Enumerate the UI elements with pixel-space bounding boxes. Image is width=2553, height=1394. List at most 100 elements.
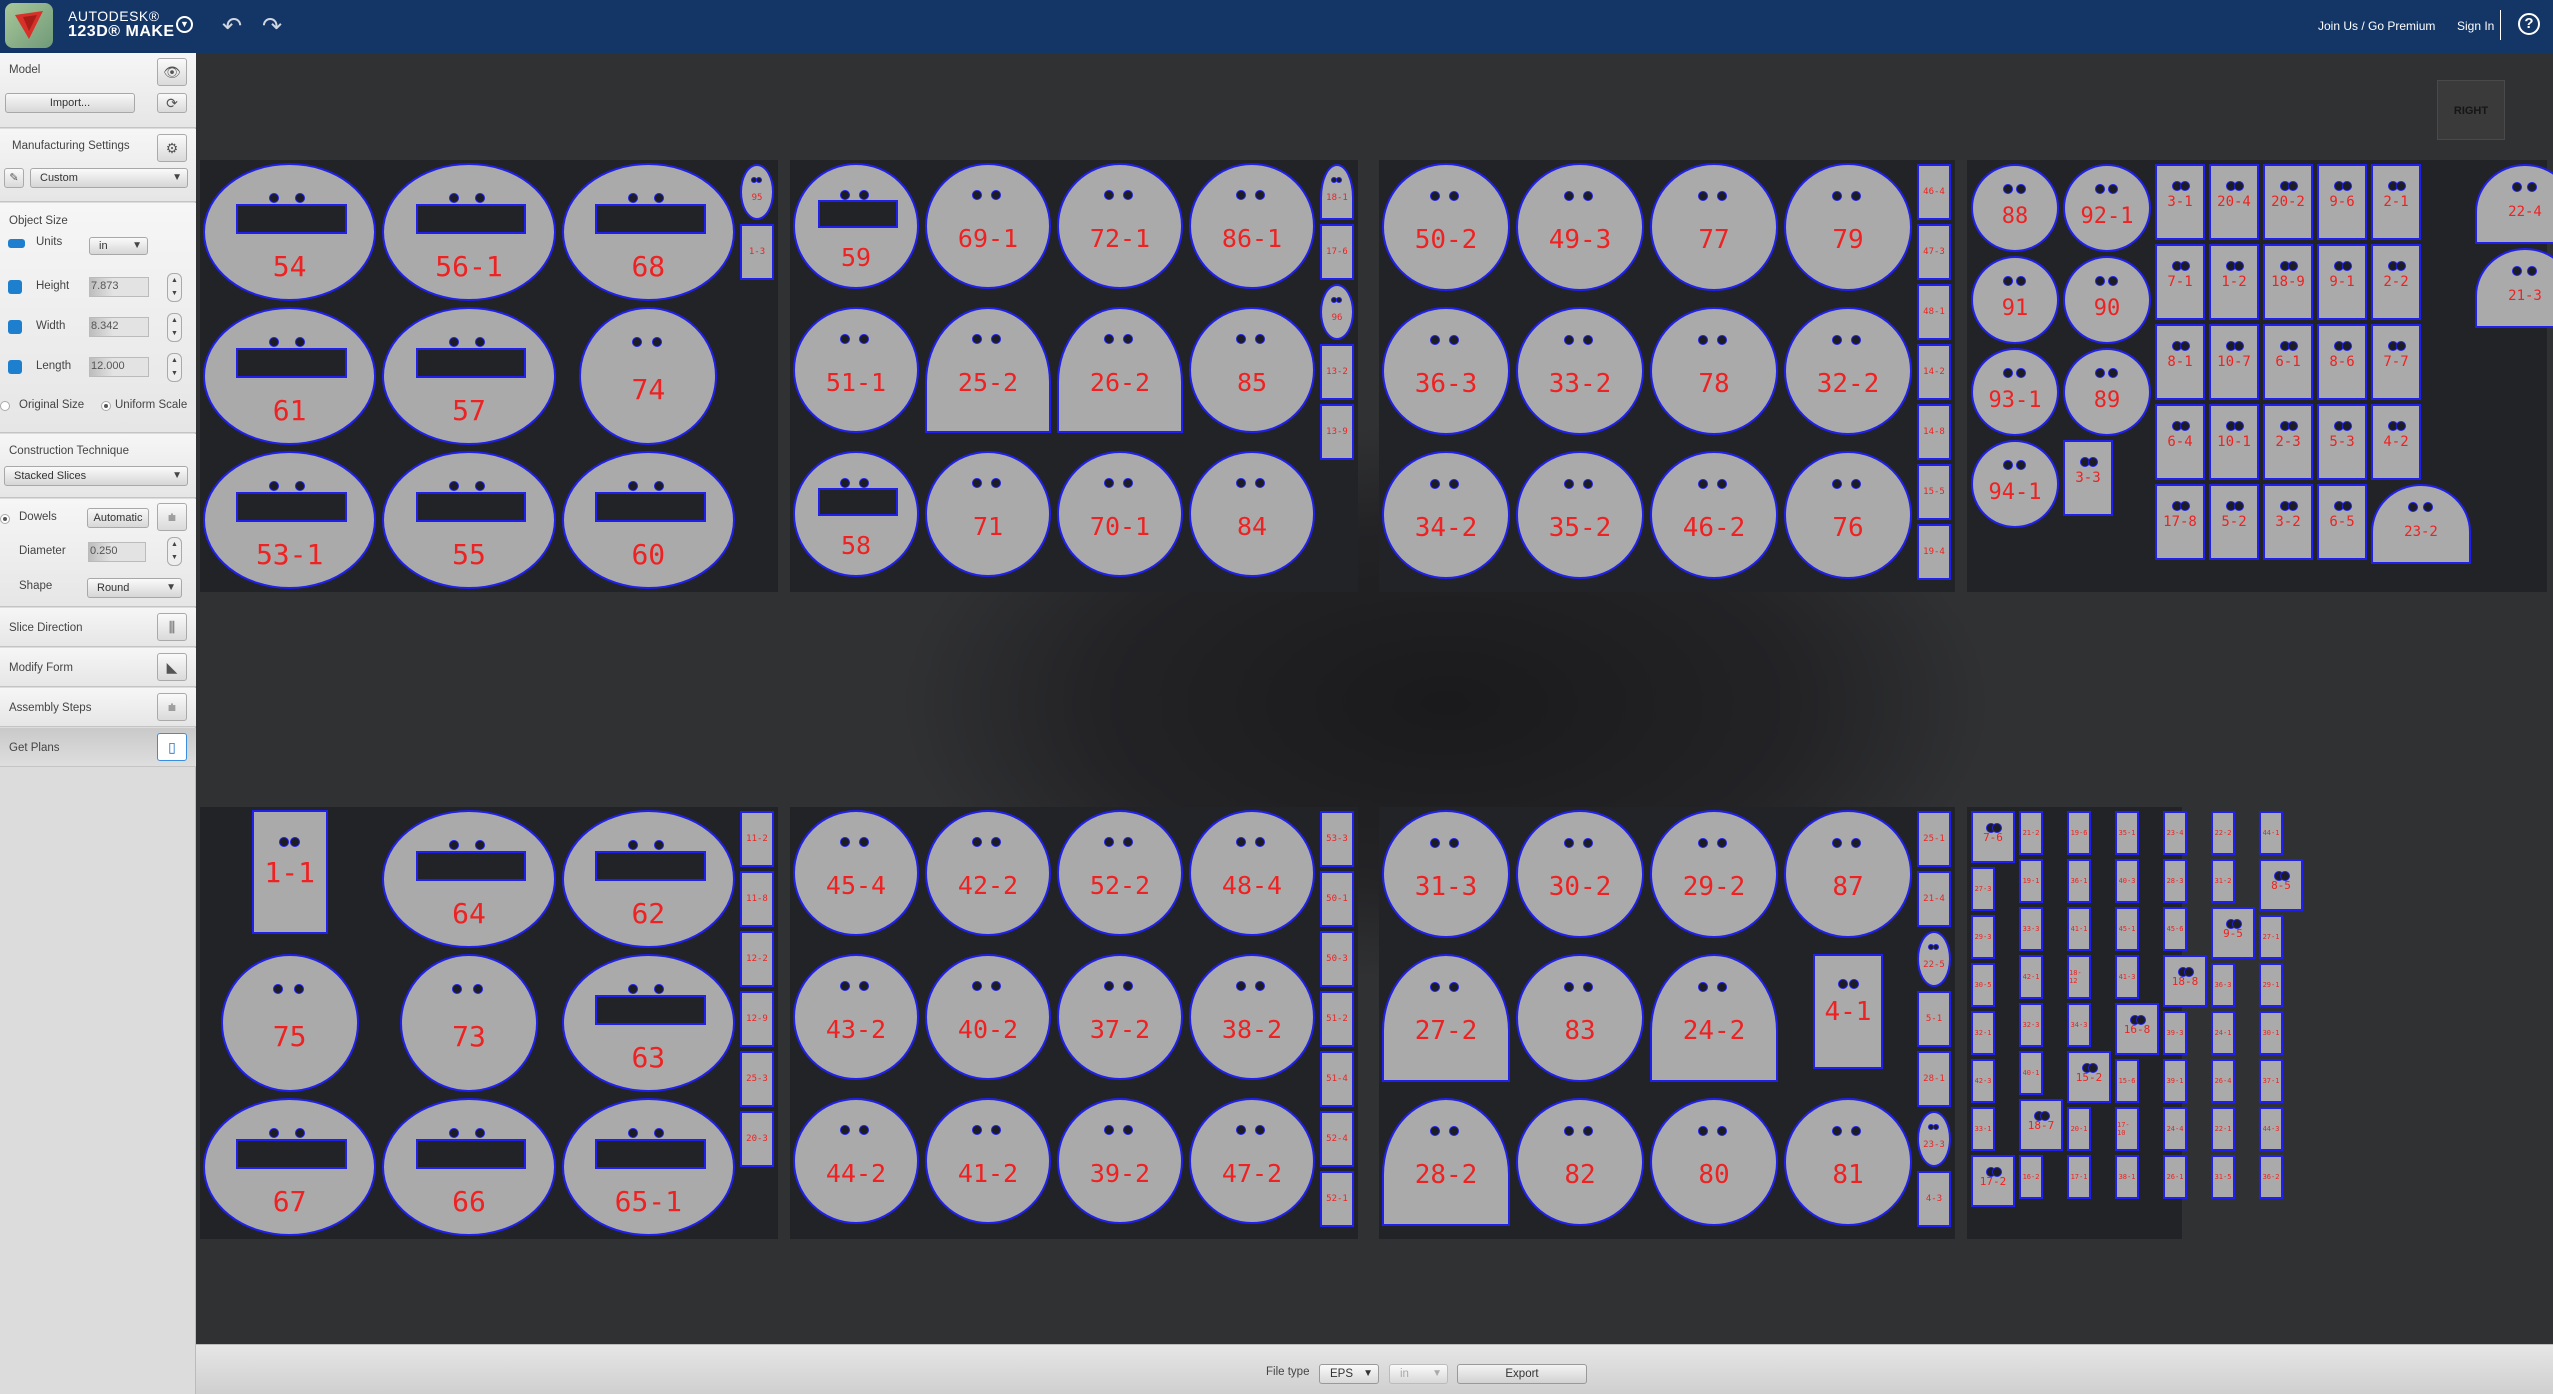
part-rect[interactable]: 14-8 (1917, 404, 1951, 460)
part-rect[interactable]: 36-3 (2211, 963, 2235, 1007)
part-rect[interactable]: 53-3 (1320, 811, 1354, 867)
part-rect[interactable]: 38-1 (2115, 1155, 2139, 1199)
get-plans-sheet-icon[interactable]: ▯ (157, 733, 187, 761)
part-arch[interactable]: 21-3 (2475, 248, 2553, 328)
part-rect[interactable]: 37-1 (2259, 1059, 2283, 1103)
part-rect[interactable]: 6-5 (2317, 484, 2367, 560)
part-arch[interactable]: 28-2 (1382, 1098, 1510, 1226)
export-button[interactable]: Export (1457, 1364, 1587, 1384)
part-disk[interactable]: 22-5 (1917, 931, 1951, 987)
view-cube[interactable]: RIGHT (2437, 80, 2505, 140)
part-rect[interactable]: 28-1 (1917, 1051, 1951, 1107)
part-rect[interactable]: 45-6 (2163, 907, 2187, 951)
part-disk[interactable]: 94-1 (1971, 440, 2059, 528)
part-disk[interactable]: 95 (740, 164, 774, 220)
part-rect[interactable]: 10-7 (2209, 324, 2259, 400)
part-disk[interactable]: 36-3 (1382, 307, 1510, 435)
app-menu-chevron-icon[interactable]: ▼ (176, 16, 193, 33)
modify-form-icon[interactable]: ◣ (157, 653, 187, 681)
part-rect[interactable]: 8-6 (2317, 324, 2367, 400)
part-disk[interactable]: 86-1 (1189, 163, 1315, 289)
part-rect[interactable]: 19-4 (1917, 524, 1951, 580)
part-rect[interactable]: 40-1 (2019, 1051, 2043, 1095)
part-disk[interactable]: 82 (1516, 1098, 1644, 1226)
part-disk[interactable]: 72-1 (1057, 163, 1183, 289)
part-rect[interactable]: 33-1 (1971, 1107, 1995, 1151)
part-rect[interactable]: 5-3 (2317, 404, 2367, 480)
part-rect[interactable]: 35-1 (2115, 811, 2139, 855)
part-disk[interactable]: 52-2 (1057, 810, 1183, 936)
part-rect[interactable]: 9-5 (2211, 907, 2255, 959)
part-arch[interactable]: 23-2 (2371, 484, 2471, 564)
redo-icon[interactable]: ↷ (262, 12, 282, 41)
part-disk[interactable]: 74 (579, 307, 718, 445)
slice-direction-row[interactable]: Slice Direction ⫼ (0, 608, 196, 647)
part-rect[interactable]: 10-1 (2209, 404, 2259, 480)
part-disk[interactable]: 47-2 (1189, 1098, 1315, 1224)
get-plans-row[interactable]: Get Plans ▯ (0, 728, 196, 767)
part-disk[interactable]: 34-2 (1382, 451, 1510, 579)
part-rect[interactable]: 16-8 (2115, 1003, 2159, 1055)
app-logo[interactable] (5, 3, 53, 48)
height-input[interactable]: 7.873 (89, 277, 149, 297)
part-rect[interactable]: 29-3 (1971, 915, 1995, 959)
part-disk[interactable]: 23-3 (1917, 1111, 1951, 1167)
units-dropdown[interactable]: in ▼ (89, 237, 148, 255)
part-rect[interactable]: 17-2 (1971, 1155, 2015, 1207)
part-rect[interactable]: 28-3 (2163, 859, 2187, 903)
part-rect[interactable]: 8-5 (2259, 859, 2303, 911)
part-rect[interactable]: 14-2 (1917, 344, 1951, 400)
part-rect[interactable]: 52-1 (1320, 1171, 1354, 1227)
length-input[interactable]: 12.000 (89, 357, 149, 377)
part-disk[interactable]: 81 (1784, 1098, 1912, 1226)
part-rect[interactable]: 11-2 (740, 811, 774, 867)
part-rect[interactable]: 4-1 (1812, 954, 1884, 1070)
original-size-radio[interactable] (0, 401, 10, 411)
part-rect[interactable]: 15-6 (2115, 1059, 2139, 1103)
part-rect[interactable]: 23-4 (2163, 811, 2187, 855)
width-input[interactable]: 8.342 (89, 317, 149, 337)
part-rect[interactable]: 5-1 (1917, 991, 1951, 1047)
part-disk[interactable]: 79 (1784, 163, 1912, 291)
part-rect[interactable]: 34-3 (2067, 1003, 2091, 1047)
part-disk[interactable]: 71 (925, 451, 1051, 577)
part-rect[interactable]: 21-2 (2019, 811, 2043, 855)
part-rect[interactable]: 9-1 (2317, 244, 2367, 320)
part-rect[interactable]: 39-1 (2163, 1059, 2187, 1103)
sign-in-link[interactable]: Sign In (2457, 19, 2494, 33)
part-rect[interactable]: 19-6 (2067, 811, 2091, 855)
part-rect[interactable]: 31-2 (2211, 859, 2235, 903)
part-rect[interactable]: 36-2 (2259, 1155, 2283, 1199)
part-disk-slot[interactable]: 58 (793, 451, 919, 577)
part-disk-slot[interactable]: 65-1 (561, 1098, 735, 1236)
part-disk-slot[interactable]: 56-1 (382, 163, 556, 301)
part-rect[interactable]: 20-4 (2209, 164, 2259, 240)
part-rect[interactable]: 39-3 (2163, 1011, 2187, 1055)
dowels-automatic-button[interactable]: Automatic (87, 508, 149, 528)
part-disk[interactable]: 33-2 (1516, 307, 1644, 435)
part-rect[interactable]: 3-3 (2063, 440, 2113, 516)
diameter-stepper[interactable]: ▲ ▼ (167, 537, 182, 566)
part-rect[interactable]: 51-2 (1320, 991, 1354, 1047)
part-rect[interactable]: 4-2 (2371, 404, 2421, 480)
part-rect[interactable]: 3-1 (2155, 164, 2205, 240)
part-disk[interactable]: 38-2 (1189, 954, 1315, 1080)
uniform-scale-radio[interactable] (101, 401, 111, 411)
part-rect[interactable]: 17-8 (2155, 484, 2205, 560)
part-disk[interactable]: 89 (2063, 348, 2151, 436)
part-disk-slot[interactable]: 59 (793, 163, 919, 289)
part-disk[interactable]: 51-1 (793, 307, 919, 433)
part-rect[interactable]: 12-9 (740, 991, 774, 1047)
length-stepper[interactable]: ▲ ▼ (167, 353, 182, 382)
height-stepper[interactable]: ▲ ▼ (167, 273, 182, 302)
part-disk[interactable]: 44-2 (793, 1098, 919, 1224)
part-rect[interactable]: 18-7 (2019, 1099, 2063, 1151)
part-rect[interactable]: 2-1 (2371, 164, 2421, 240)
part-rect[interactable]: 2-3 (2263, 404, 2313, 480)
part-rect[interactable]: 40-3 (2115, 859, 2139, 903)
part-rect[interactable]: 32-1 (1971, 1011, 1995, 1055)
part-disk[interactable]: 37-2 (1057, 954, 1183, 1080)
undo-icon[interactable]: ↶ (222, 12, 242, 41)
part-disk[interactable]: 48-4 (1189, 810, 1315, 936)
part-rect[interactable]: 17-6 (1320, 224, 1354, 280)
